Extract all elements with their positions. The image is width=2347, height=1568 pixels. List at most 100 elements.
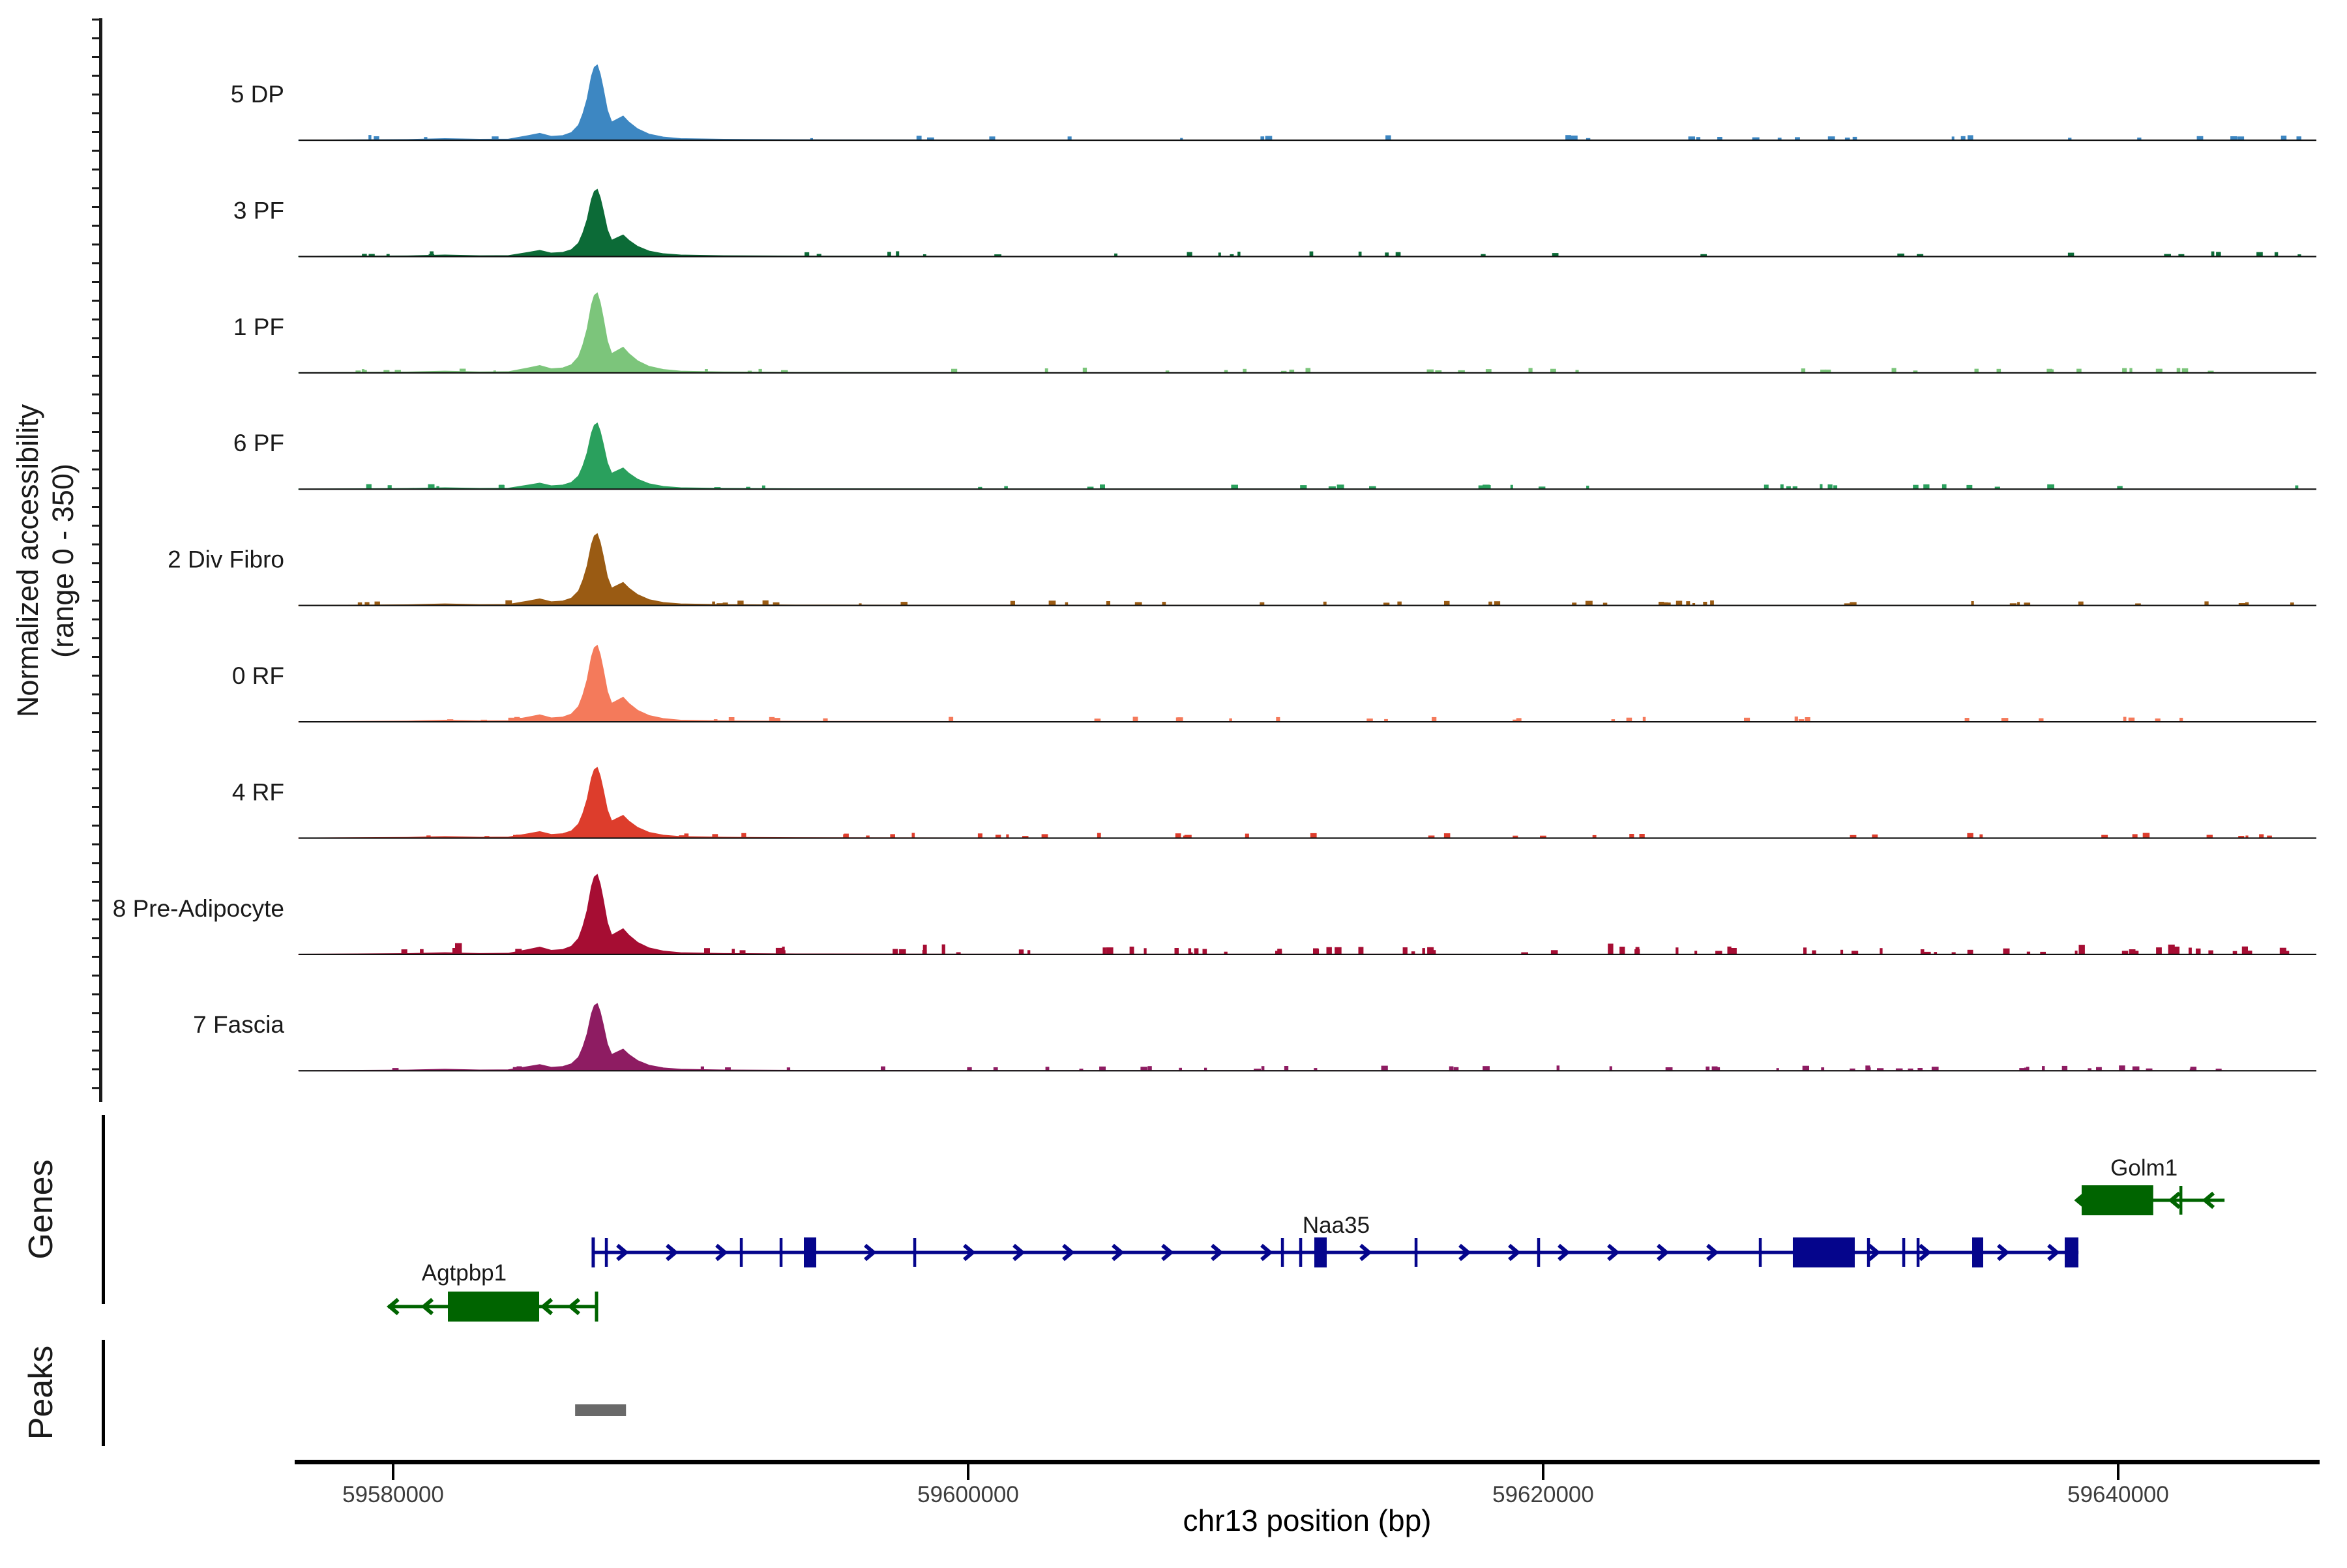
gene-exon-tick [604, 1238, 608, 1267]
y-bracket-tick [92, 187, 100, 190]
peaks-bracket [102, 1340, 105, 1446]
y-bracket-tick [92, 1087, 100, 1089]
noise-blip [2047, 484, 2054, 490]
y-bracket-tick [92, 506, 100, 508]
track-signal-area [298, 874, 2316, 955]
noise-blip [728, 717, 735, 722]
y-bracket-tick [92, 468, 100, 471]
noise-blip [911, 833, 915, 838]
gene-exon-tick [739, 1238, 743, 1267]
noise-blip [368, 135, 372, 140]
noise-blip [1675, 600, 1683, 606]
gene-agtpbp1: Agtpbp1 [387, 1260, 598, 1322]
noise-blip [2216, 252, 2221, 257]
y-bracket-tick [92, 824, 100, 827]
noise-blip [1358, 947, 1364, 954]
track-label-1-pf: 1 PF [233, 314, 284, 340]
y-bracket-tick [92, 993, 100, 996]
y-bracket-tick [92, 393, 100, 396]
gene-label-naa35: Naa35 [1303, 1213, 1370, 1238]
track-signal-area [298, 422, 2316, 490]
y-bracket-tick [92, 937, 100, 939]
y-bracket-tick [92, 299, 100, 302]
gene-end-bar [595, 1292, 598, 1322]
track-baseline [299, 953, 2316, 955]
noise-blip [2003, 948, 2010, 954]
gene-exon-box [448, 1292, 540, 1322]
track-row-7-fascia: 7 Fascia [193, 1003, 2316, 1072]
x-axis-tick [967, 1462, 969, 1480]
gene-naa35: Naa35 [591, 1213, 2079, 1267]
noise-blip [1968, 135, 1973, 140]
track-row-4-rf: 4 RF [232, 767, 2316, 839]
noise-blip [2122, 368, 2127, 373]
noise-blip [505, 600, 512, 606]
y-bracket-tick [92, 206, 100, 208]
track-signal-area [298, 767, 2316, 839]
y-bracket-tick [92, 618, 100, 621]
y-bracket-tick [92, 431, 100, 433]
noise-blip [1385, 135, 1391, 140]
noise-blip [1358, 251, 1362, 257]
noise-blip [1202, 949, 1207, 954]
noise-blip [2211, 251, 2215, 257]
y-bracket-tick [92, 749, 100, 752]
noise-blip [1483, 1066, 1490, 1071]
noise-blip [1967, 949, 1973, 954]
noise-blip [1609, 1066, 1612, 1071]
noise-blip [1310, 833, 1317, 838]
y-bracket-tick [92, 281, 100, 283]
noise-blip [1395, 252, 1401, 257]
noise-blip [1261, 1066, 1265, 1071]
noise-blip [1780, 484, 1784, 490]
track-signal-area [298, 533, 2316, 606]
y-bracket-tick [92, 337, 100, 340]
gene-exon-tick [1902, 1238, 1906, 1267]
y-bracket-tick [92, 356, 100, 358]
noise-blip [366, 484, 372, 490]
gene-exon-tick [1916, 1238, 1920, 1267]
y-axis-title-line1: Normalized accessibility [11, 404, 44, 717]
track-label-2-div-fibro: 2 Div Fibro [168, 546, 284, 573]
noise-blip [455, 943, 462, 954]
noise-blip [1443, 833, 1451, 838]
noise-blip [1100, 484, 1105, 490]
y-bracket-tick [92, 168, 100, 171]
track-label-0-rf: 0 RF [232, 662, 284, 689]
gene-golm1: Golm1 [2074, 1155, 2225, 1215]
noise-blip [1820, 484, 1823, 490]
track-label-7-fascia: 7 Fascia [193, 1011, 284, 1038]
noise-blip [1402, 947, 1408, 954]
y-bracket-tick [92, 787, 100, 790]
y-bracket-tick [92, 1049, 100, 1052]
noise-blip [1865, 1065, 1870, 1071]
y-bracket-tick [92, 637, 100, 640]
track-row-3-pf: 3 PF [233, 188, 2316, 258]
track-signal-area [298, 292, 2316, 374]
track-baseline [299, 140, 2316, 141]
x-axis-title: chr13 position (bp) [1183, 1503, 1432, 1537]
noise-blip [2189, 947, 2192, 954]
x-axis-tick-label: 59640000 [2067, 1482, 2169, 1507]
noise-blip [1102, 947, 1106, 954]
x-axis-tick-label: 59580000 [342, 1482, 444, 1507]
noise-blip [1585, 600, 1593, 606]
y-bracket-tick [92, 224, 100, 227]
peaks-section-label: Peaks [22, 1346, 60, 1440]
y-axis-title-line2: (range 0 - 350) [46, 464, 80, 658]
gene-exon-tick [1414, 1238, 1418, 1267]
noise-blip [949, 717, 954, 722]
gene-start-bar [591, 1237, 595, 1267]
noise-blip [420, 949, 424, 954]
track-row-0-rf: 0 RF [232, 644, 2316, 723]
noise-blip [1710, 600, 1714, 606]
gene-exon-tick [1867, 1238, 1870, 1267]
track-label-4-rf: 4 RF [232, 778, 284, 805]
y-bracket-tick [92, 712, 100, 715]
noise-blip [2156, 947, 2162, 954]
track-row-1-pf: 1 PF [233, 292, 2316, 374]
gene-exon-box [1972, 1237, 1983, 1267]
gene-exon-box [1314, 1237, 1327, 1267]
noise-blip [1097, 833, 1101, 838]
noise-blip [1194, 948, 1199, 954]
